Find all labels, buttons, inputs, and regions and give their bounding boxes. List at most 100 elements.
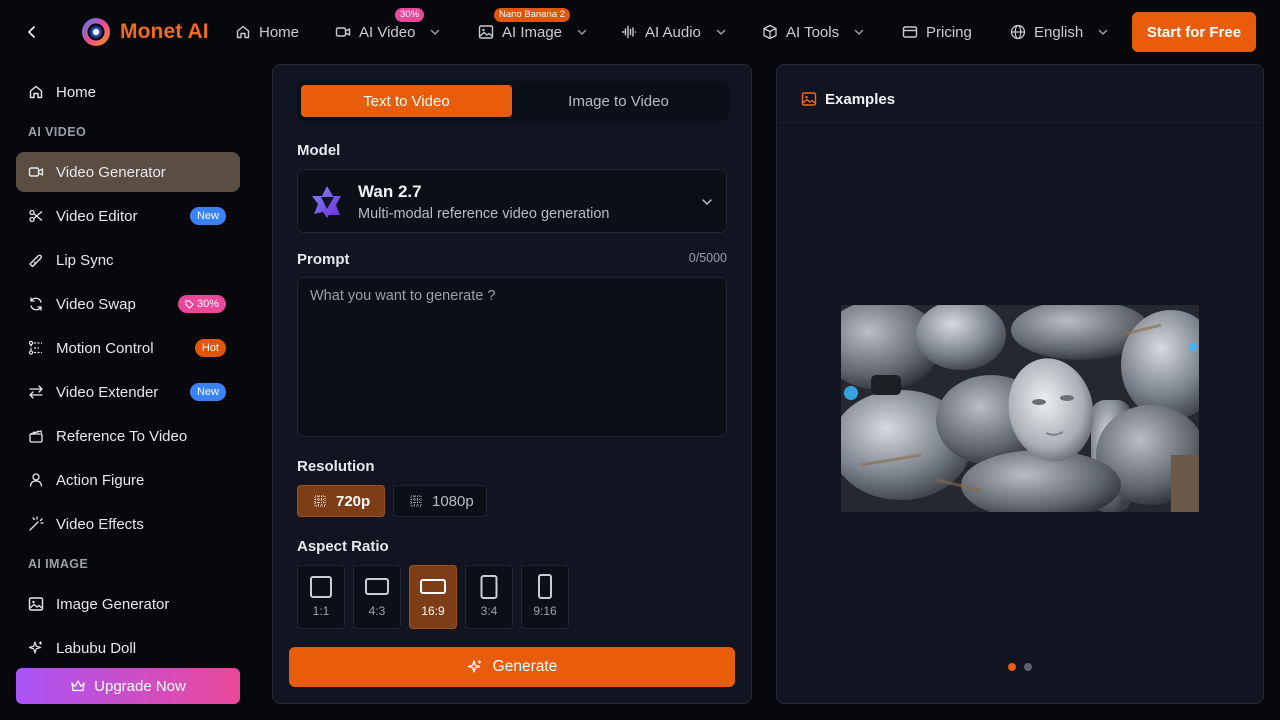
sidebar-item-label: Video Effects bbox=[56, 515, 144, 533]
sidebar-item-label: Motion Control bbox=[56, 339, 154, 357]
upgrade-now-label: Upgrade Now bbox=[94, 677, 186, 695]
chevron-down-icon bbox=[1099, 29, 1108, 35]
aspect-ratio-16-9-option[interactable]: 16:9 bbox=[409, 565, 457, 629]
sidebar-item-label: Video Extender bbox=[56, 383, 159, 401]
hot-badge: Hot bbox=[194, 339, 226, 357]
prompt-textarea[interactable] bbox=[297, 277, 727, 437]
model-selector[interactable]: Wan 2.7 Multi-modal reference video gene… bbox=[297, 169, 727, 233]
sidebar-item-video-swap[interactable]: Video Swap 30% bbox=[16, 284, 240, 324]
sidebar-item-labubu-doll[interactable]: Labubu Doll bbox=[16, 628, 240, 668]
wan-model-logo-icon bbox=[312, 186, 341, 218]
aspect-1-1-shape bbox=[310, 576, 332, 598]
resolution-label: Resolution bbox=[297, 458, 375, 475]
resolution-720p-option[interactable]: 720p bbox=[297, 485, 385, 517]
model-label: Model bbox=[297, 142, 341, 159]
brand-name: Monet AI bbox=[120, 20, 209, 43]
arrows-icon bbox=[29, 385, 43, 399]
image-icon bbox=[28, 597, 44, 611]
discount-badge: 30% bbox=[395, 8, 425, 22]
video-icon bbox=[335, 27, 351, 37]
clapper-icon bbox=[29, 430, 43, 443]
nav-ai-image[interactable]: AI Image Nano Banana 2 bbox=[478, 8, 588, 44]
grid-icon bbox=[314, 495, 326, 507]
back-button[interactable] bbox=[20, 20, 44, 44]
sidebar-item-video-generator[interactable]: Video Generator bbox=[16, 152, 240, 192]
discount-badge: 30% bbox=[177, 295, 226, 313]
aspect-ratio-9-16-option[interactable]: 9:16 bbox=[521, 565, 569, 629]
crown-icon bbox=[71, 680, 85, 692]
aspect-ratio-label-text: 16:9 bbox=[421, 604, 445, 618]
aspect-ratio-3-4-option[interactable]: 3:4 bbox=[465, 565, 513, 629]
sidebar-item-video-editor[interactable]: Video Editor New bbox=[16, 196, 240, 236]
nav-home[interactable]: Home bbox=[235, 20, 299, 44]
sidebar-item-reference-to-video[interactable]: Reference To Video bbox=[16, 416, 240, 456]
generator-panel: Text to Video Image to Video Model Wan 2… bbox=[272, 64, 752, 704]
sidebar-item-label: Video Editor bbox=[56, 207, 138, 225]
aspect-ratio-1-1-option[interactable]: 1:1 bbox=[297, 565, 345, 629]
scissors-icon bbox=[29, 209, 43, 223]
chevron-down-icon bbox=[702, 199, 712, 206]
sidebar-item-label: Video Swap bbox=[56, 295, 136, 313]
chevron-down-icon bbox=[854, 29, 864, 35]
sidebar-item-label: Labubu Doll bbox=[56, 639, 137, 657]
nav-ai-video[interactable]: AI Video 30% bbox=[335, 8, 441, 44]
carousel-dot-1[interactable] bbox=[1008, 663, 1016, 671]
person-icon bbox=[29, 473, 43, 487]
nav-ai-audio[interactable]: AI Audio bbox=[621, 20, 727, 44]
sidebar-item-lip-sync[interactable]: Lip Sync bbox=[16, 240, 240, 280]
sidebar-item-home[interactable]: Home bbox=[16, 72, 240, 112]
sidebar-item-label: Home bbox=[56, 83, 97, 101]
sidebar-item-video-effects[interactable]: Video Effects bbox=[16, 504, 240, 544]
sidebar-item-image-generator[interactable]: Image Generator bbox=[16, 584, 240, 624]
new-badge: New bbox=[189, 207, 226, 225]
chevron-down-icon bbox=[577, 29, 587, 35]
sparkle-icon bbox=[28, 641, 42, 654]
tab-text-to-video[interactable]: Text to Video bbox=[301, 85, 512, 117]
chevron-left-icon bbox=[28, 26, 35, 38]
example-video-preview[interactable] bbox=[841, 305, 1199, 512]
aspect-ratio-label-text: 3:4 bbox=[480, 604, 498, 618]
resolution-1080p-label: 1080p bbox=[432, 492, 474, 510]
section-header-ai-video: AI VIDEO bbox=[28, 125, 87, 139]
sidebar: Home AI VIDEO Video Generator Video Edit… bbox=[0, 64, 256, 720]
mode-tabs: Text to Video Image to Video bbox=[297, 81, 729, 121]
nav-pricing[interactable]: Pricing bbox=[902, 20, 972, 44]
generate-button-label: Generate bbox=[492, 658, 558, 675]
generate-button[interactable]: Generate bbox=[289, 647, 735, 687]
grid-icon bbox=[410, 495, 422, 507]
sidebar-item-label: Image Generator bbox=[56, 595, 170, 613]
language-selector[interactable]: English bbox=[1010, 20, 1109, 44]
sidebar-item-action-figure[interactable]: Action Figure bbox=[16, 460, 240, 500]
top-navigation-bar: Monet AI Home AI Video 30% AI Image Nano… bbox=[0, 0, 1280, 64]
upgrade-now-button[interactable]: Upgrade Now bbox=[16, 668, 240, 704]
sparkle-icon bbox=[467, 660, 481, 673]
resolution-1080p-option[interactable]: 1080p bbox=[393, 485, 487, 517]
chevron-down-icon bbox=[431, 29, 440, 35]
image-icon bbox=[478, 25, 494, 39]
swap-icon bbox=[30, 297, 42, 311]
nav-ai-image-label: AI Image bbox=[502, 23, 563, 41]
carousel-dot-2[interactable] bbox=[1024, 663, 1032, 671]
robot-parts-image bbox=[841, 305, 1199, 512]
nav-pricing-label: Pricing bbox=[926, 23, 972, 41]
examples-header: Examples bbox=[777, 65, 1263, 123]
image-icon bbox=[801, 92, 817, 106]
card-icon bbox=[902, 26, 918, 38]
sidebar-item-video-extender[interactable]: Video Extender New bbox=[16, 372, 240, 412]
nav-ai-tools[interactable]: AI Tools bbox=[762, 20, 865, 44]
lips-icon bbox=[29, 254, 42, 268]
aspect-16-9-shape bbox=[420, 579, 446, 594]
aspect-ratio-label: Aspect Ratio bbox=[297, 538, 389, 555]
sidebar-item-label: Action Figure bbox=[56, 471, 145, 489]
cube-icon bbox=[763, 24, 777, 40]
sidebar-item-motion-control[interactable]: Motion Control Hot bbox=[16, 328, 240, 368]
aspect-ratio-label-text: 9:16 bbox=[533, 604, 557, 618]
sidebar-item-label: Lip Sync bbox=[56, 251, 114, 269]
start-for-free-button[interactable]: Start for Free bbox=[1132, 12, 1256, 52]
brand-logo-link[interactable]: Monet AI bbox=[81, 16, 209, 48]
model-name: Wan 2.7 bbox=[358, 182, 422, 201]
tab-image-to-video[interactable]: Image to Video bbox=[513, 85, 724, 117]
aspect-ratio-4-3-option[interactable]: 4:3 bbox=[353, 565, 401, 629]
nav-ai-tools-label: AI Tools bbox=[786, 23, 840, 41]
prompt-character-counter: 0/5000 bbox=[688, 251, 727, 265]
